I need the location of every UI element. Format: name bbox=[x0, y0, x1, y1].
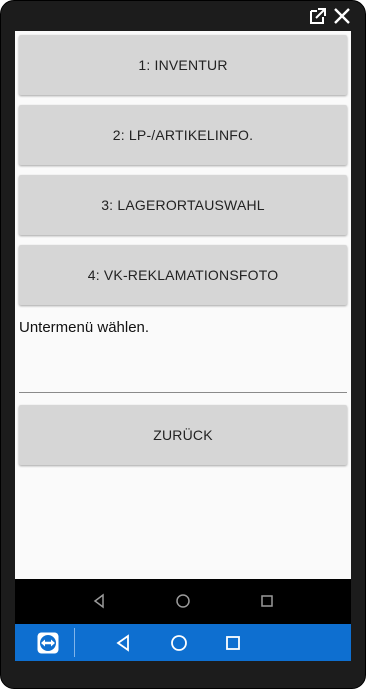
home-circle-icon[interactable] bbox=[169, 633, 189, 653]
home-circle-icon[interactable] bbox=[173, 591, 193, 611]
external-link-icon[interactable] bbox=[307, 5, 329, 27]
menu-button-label: 4: VK-REKLAMATIONSFOTO bbox=[87, 267, 279, 283]
back-triangle-icon[interactable] bbox=[113, 633, 133, 653]
toolbar-separator bbox=[74, 628, 75, 657]
app-screen: 1: INVENTUR 2: LP-/ARTIKELINFO. 3: LAGER… bbox=[15, 31, 351, 579]
menu-button-label: 1: INVENTUR bbox=[138, 57, 228, 73]
android-navigation-bar bbox=[15, 579, 351, 624]
menu-button-label: 2: LP-/ARTIKELINFO. bbox=[112, 127, 254, 143]
recents-square-icon[interactable] bbox=[257, 591, 277, 611]
window-toolbar bbox=[15, 1, 351, 31]
teamviewer-control-bar bbox=[15, 624, 351, 661]
recents-square-icon[interactable] bbox=[223, 633, 243, 653]
back-button[interactable]: ZURÜCK bbox=[19, 405, 347, 465]
device-frame: 1: INVENTUR 2: LP-/ARTIKELINFO. 3: LAGER… bbox=[0, 0, 366, 689]
back-button-label: ZURÜCK bbox=[153, 427, 213, 443]
menu-button-inventur[interactable]: 1: INVENTUR bbox=[19, 35, 347, 95]
divider bbox=[19, 392, 347, 393]
close-icon[interactable] bbox=[331, 5, 353, 27]
menu-button-lagerortauswahl[interactable]: 3: LAGERORTAUSWAHL bbox=[19, 175, 347, 235]
menu-button-artikelinfo[interactable]: 2: LP-/ARTIKELINFO. bbox=[19, 105, 347, 165]
menu-button-label: 3: LAGERORTAUSWAHL bbox=[101, 197, 265, 213]
teamviewer-logo-icon[interactable] bbox=[37, 632, 59, 654]
menu-button-reklamationsfoto[interactable]: 4: VK-REKLAMATIONSFOTO bbox=[19, 245, 347, 305]
submenu-hint: Untermenü wählen. bbox=[19, 319, 150, 336]
back-triangle-icon[interactable] bbox=[89, 591, 109, 611]
